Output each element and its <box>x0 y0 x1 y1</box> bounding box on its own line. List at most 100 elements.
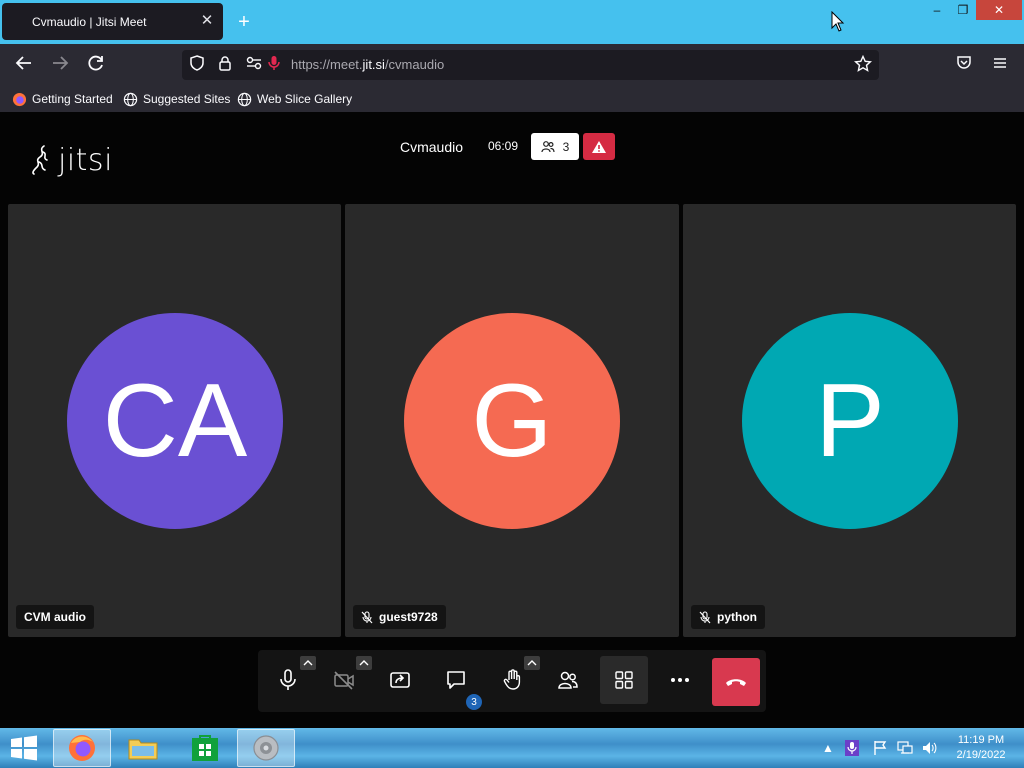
participant-avatar: P <box>742 313 958 529</box>
show-hidden-icons-icon[interactable]: ▲ <box>820 740 836 756</box>
url-prefix: https://meet. <box>291 57 363 72</box>
chevron-up-icon <box>303 660 313 666</box>
tile-view-button[interactable] <box>600 656 648 704</box>
firefox-icon <box>12 92 27 106</box>
tile-view-icon <box>615 671 633 689</box>
hangup-phone-icon <box>726 679 746 686</box>
chevron-up-icon <box>359 660 369 666</box>
participants-count-button[interactable]: 3 <box>531 133 579 160</box>
window-close-button[interactable]: ✕ <box>976 0 1022 20</box>
pocket-icon[interactable] <box>953 54 975 76</box>
microphone-icon <box>280 669 296 690</box>
mic-muted-icon <box>361 610 373 623</box>
meeting-page: jitsi Cvmaudio 06:09 3 CA CVM audio G gu… <box>0 112 1024 728</box>
taskbar-file-explorer[interactable] <box>114 729 172 767</box>
store-icon <box>192 735 218 761</box>
bookmark-getting-started[interactable]: Getting Started <box>12 90 113 108</box>
screen-share-icon <box>390 672 410 688</box>
speaker-icon <box>253 735 279 761</box>
bookmark-label: Suggested Sites <box>143 92 231 106</box>
participants-count: 3 <box>562 139 570 154</box>
address-bar[interactable]: https://meet.jit.si/cvmaudio <box>182 50 879 80</box>
participants-icon <box>541 140 555 152</box>
bookmark-label: Web Slice Gallery <box>257 92 353 106</box>
volume-icon[interactable] <box>921 740 937 756</box>
warning-icon <box>592 140 606 153</box>
tray-microphone-icon[interactable] <box>844 740 860 756</box>
video-settings-caret[interactable] <box>356 656 372 670</box>
bookmark-suggested-sites[interactable]: Suggested Sites <box>123 90 230 108</box>
back-icon[interactable] <box>13 54 35 76</box>
mouse-cursor-icon <box>831 11 845 32</box>
more-dots-icon <box>671 678 689 682</box>
participant-name: python <box>717 610 757 624</box>
chat-unread-badge: 3 <box>464 692 484 712</box>
participant-tile[interactable]: CA CVM audio <box>8 204 341 637</box>
participant-name: guest9728 <box>379 610 438 624</box>
meeting-timer: 06:09 <box>488 139 519 153</box>
menu-icon[interactable] <box>989 54 1011 76</box>
participant-name-tag: guest9728 <box>353 605 446 629</box>
url-path: /cvmaudio <box>384 57 445 72</box>
permissions-icon[interactable] <box>244 55 264 75</box>
reload-icon[interactable] <box>85 54 107 76</box>
jitsi-logo-text: jitsi <box>58 142 113 178</box>
shield-icon[interactable] <box>187 55 207 75</box>
browser-nav-bar: https://meet.jit.si/cvmaudio <box>0 44 1024 86</box>
participants-icon <box>558 671 578 689</box>
action-center-flag-icon[interactable] <box>872 740 888 756</box>
globe-icon <box>237 92 252 106</box>
participant-avatar: CA <box>67 313 283 529</box>
audio-settings-caret[interactable] <box>300 656 316 670</box>
participant-tile[interactable]: P python <box>683 204 1016 637</box>
window-minimize-button[interactable]: – <box>924 0 950 20</box>
network-icon[interactable] <box>897 740 913 756</box>
new-tab-icon[interactable]: + <box>234 11 254 33</box>
taskbar-store[interactable] <box>176 729 234 767</box>
tab-title: Cvmaudio | Jitsi Meet <box>32 14 147 29</box>
more-actions-button[interactable] <box>656 656 704 704</box>
firefox-icon <box>69 735 95 761</box>
bookmark-web-slice-gallery[interactable]: Web Slice Gallery <box>237 90 352 108</box>
jitsi-logo[interactable]: jitsi <box>30 142 113 178</box>
taskbar-firefox[interactable] <box>53 729 111 767</box>
clock-date: 2/19/2022 <box>956 749 1006 761</box>
bookmarks-bar: Getting Started Suggested Sites Web Slic… <box>0 86 1024 112</box>
raise-hand-icon <box>503 669 521 690</box>
camera-off-icon <box>334 671 354 690</box>
participant-tile[interactable]: G guest9728 <box>345 204 679 637</box>
browser-title-bar: Cvmaudio | Jitsi Meet ✕ + – ❐ ✕ <box>0 0 1024 44</box>
folder-icon <box>128 739 158 760</box>
participants-button[interactable] <box>544 656 592 704</box>
windows-taskbar: ▲ 11:19 PM 2/19/2022 <box>0 728 1024 768</box>
clock-time: 11:19 PM <box>957 734 1005 746</box>
bookmark-star-icon[interactable] <box>853 54 873 75</box>
meeting-toolbox: 3 <box>258 650 766 712</box>
lock-icon[interactable] <box>215 55 235 75</box>
chat-icon <box>447 671 465 689</box>
hangup-button[interactable] <box>712 658 760 706</box>
participant-name-tag: CVM audio <box>16 605 94 629</box>
participant-name-tag: python <box>691 605 765 629</box>
participant-name: CVM audio <box>24 610 86 624</box>
url-domain: jit.si <box>362 57 385 72</box>
taskbar-audio-app[interactable] <box>237 729 295 767</box>
globe-icon <box>123 92 138 106</box>
tab-close-icon[interactable]: ✕ <box>199 12 215 30</box>
reactions-caret[interactable] <box>524 656 540 670</box>
screen-share-button[interactable] <box>376 656 424 704</box>
meeting-name: Cvmaudio <box>400 139 464 155</box>
chevron-up-icon <box>527 660 537 666</box>
bookmark-label: Getting Started <box>32 92 113 106</box>
browser-tab[interactable]: Cvmaudio | Jitsi Meet ✕ <box>2 3 223 40</box>
microphone-active-icon[interactable] <box>264 55 284 75</box>
taskbar-clock[interactable]: 11:19 PM 2/19/2022 <box>946 733 1016 763</box>
window-restore-button[interactable]: ❐ <box>950 0 976 20</box>
windows-start-icon[interactable] <box>8 734 40 762</box>
participant-avatar: G <box>404 313 620 529</box>
connection-warning-button[interactable] <box>583 133 615 160</box>
jitsi-logo-icon <box>32 145 48 175</box>
forward-icon[interactable] <box>49 54 71 76</box>
mic-muted-icon <box>699 610 711 623</box>
url-text[interactable]: https://meet.jit.si/cvmaudio <box>291 57 444 72</box>
